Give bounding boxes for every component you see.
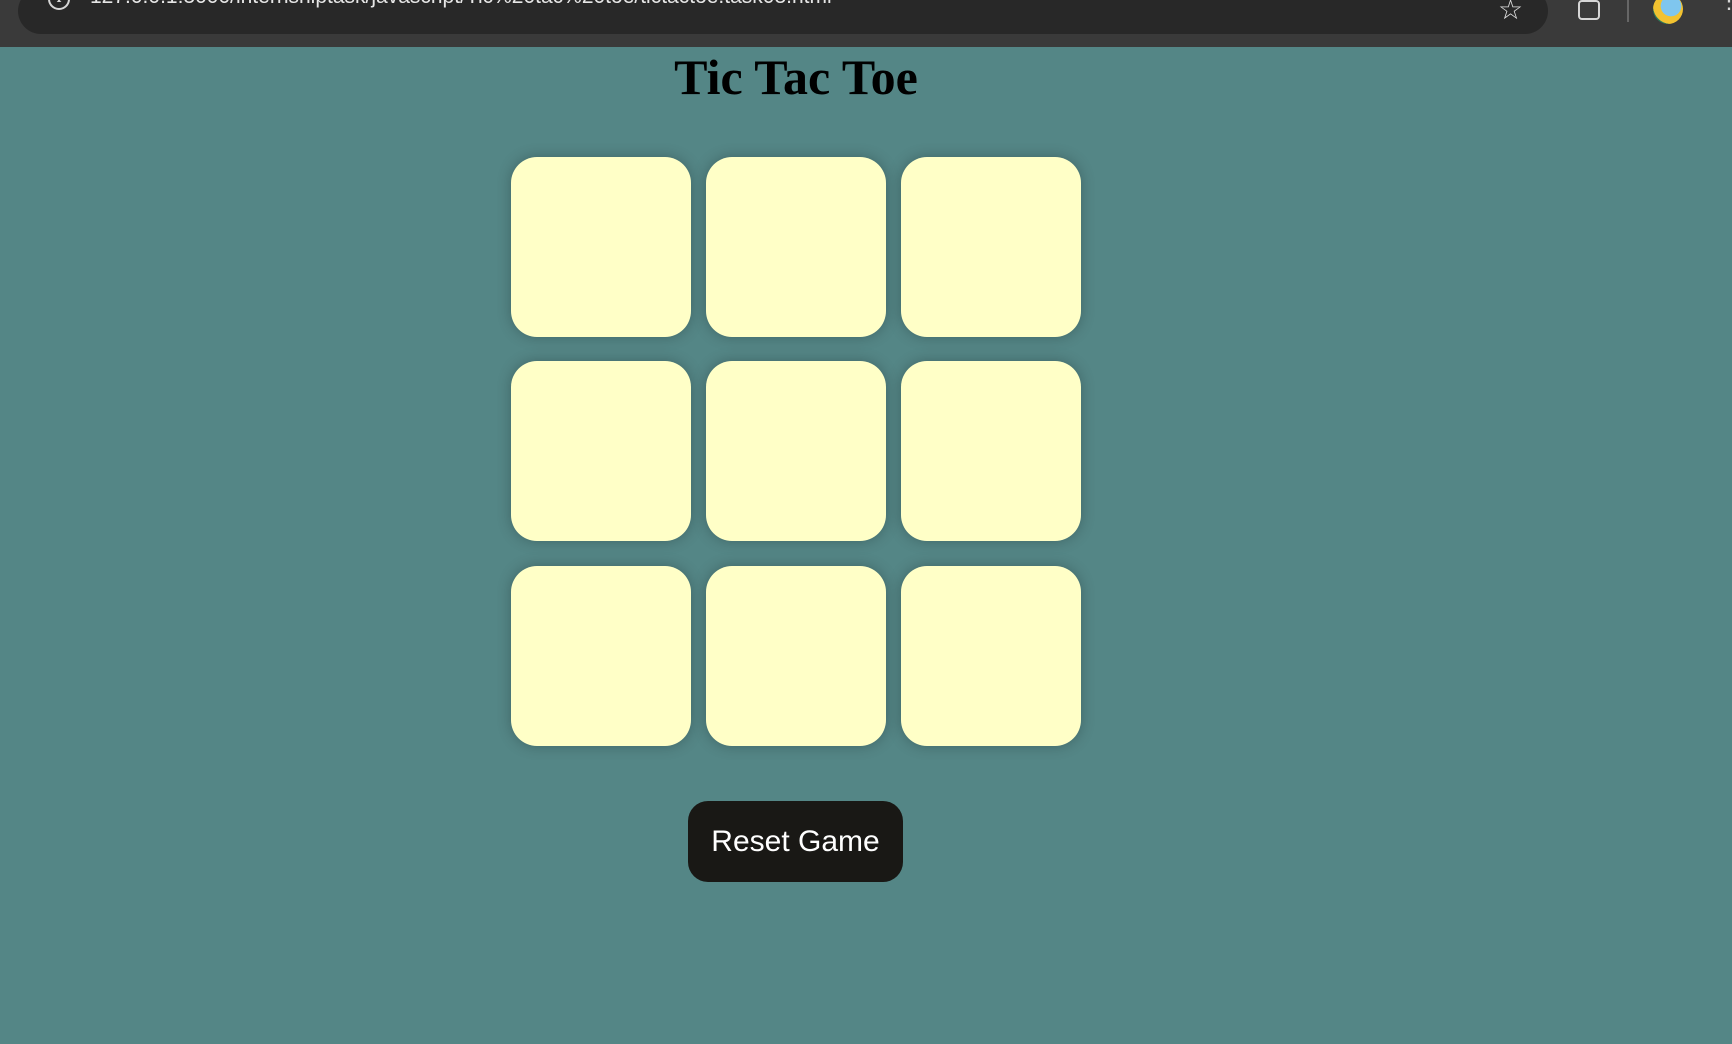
puzzle-icon[interactable] [1578, 0, 1600, 20]
star-icon[interactable]: ☆ [1498, 0, 1523, 24]
avatar[interactable] [1653, 0, 1683, 24]
board-cell-4[interactable] [511, 361, 691, 541]
url-text[interactable]: 127.0.0.1:3000/internshiptask/javascript… [90, 0, 832, 9]
vertical-dots-icon[interactable]: ⋮ [1718, 0, 1732, 12]
board-cell-6[interactable] [901, 361, 1081, 541]
board-cell-5[interactable] [706, 361, 886, 541]
board-cell-3[interactable] [901, 157, 1081, 337]
board-cell-9[interactable] [901, 566, 1081, 746]
browser-toolbar: i 127.0.0.1:3000/internshiptask/javascri… [0, 0, 1732, 47]
board-cell-8[interactable] [706, 566, 886, 746]
game-board [511, 157, 1081, 746]
board-cell-7[interactable] [511, 566, 691, 746]
board-cell-1[interactable] [511, 157, 691, 337]
board-cell-2[interactable] [706, 157, 886, 337]
page-title: Tic Tac Toe [674, 49, 918, 105]
info-icon[interactable]: i [48, 0, 70, 10]
reset-game-button[interactable]: Reset Game [688, 801, 903, 882]
toolbar-divider [1627, 0, 1629, 22]
address-bar[interactable]: i 127.0.0.1:3000/internshiptask/javascri… [18, 0, 1548, 34]
